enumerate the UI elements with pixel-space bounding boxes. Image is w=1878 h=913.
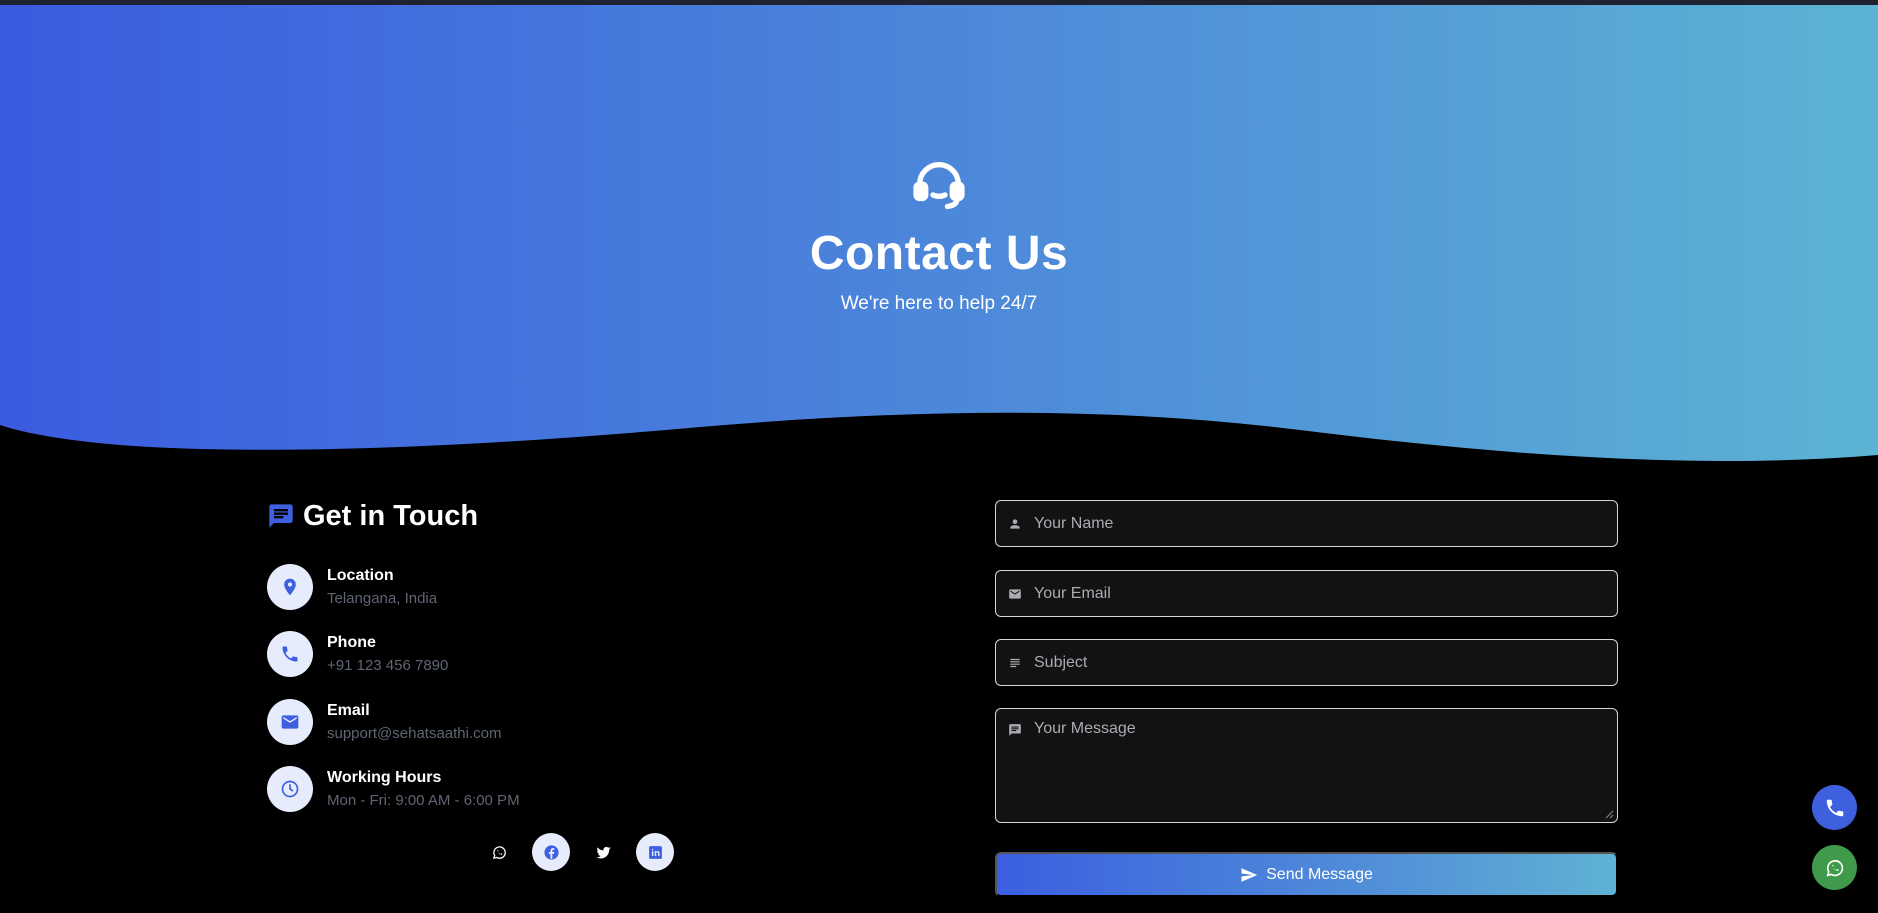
mail-icon xyxy=(267,699,313,745)
message-field[interactable] xyxy=(995,708,1618,825)
floating-whatsapp-button[interactable] xyxy=(1812,845,1857,890)
info-location: Location Telangana, India xyxy=(267,564,437,610)
info-working-hours: Working Hours Mon - Fri: 9:00 AM - 6:00 … xyxy=(267,766,520,812)
phone-icon xyxy=(267,631,313,677)
linkedin-icon[interactable] xyxy=(636,833,674,871)
phone-icon xyxy=(1826,799,1843,816)
headset-icon xyxy=(910,155,968,213)
subject-input[interactable] xyxy=(1034,653,1594,672)
hero-banner: Contact Us We're here to help 24/7 xyxy=(0,5,1878,465)
whatsapp-icon xyxy=(1825,859,1843,876)
email-label: Email xyxy=(327,702,370,719)
email-value: support@sehatsaathi.com xyxy=(327,725,502,742)
facebook-icon[interactable] xyxy=(532,833,570,871)
phone-value: +91 123 456 7890 xyxy=(327,657,449,674)
send-message-button[interactable]: Send Message xyxy=(995,852,1618,897)
floating-call-button[interactable] xyxy=(1812,785,1857,830)
contact-heading: Get in Touch xyxy=(267,497,707,535)
hero-content: Contact Us We're here to help 24/7 xyxy=(0,155,1878,315)
working-hours-label: Working Hours xyxy=(327,769,442,786)
info-phone: Phone +91 123 456 7890 xyxy=(267,631,448,677)
clock-icon xyxy=(267,766,313,812)
twitter-icon[interactable] xyxy=(584,833,622,871)
envelope-icon xyxy=(1009,588,1021,599)
lines-icon xyxy=(1010,658,1020,667)
name-field[interactable] xyxy=(995,500,1618,547)
person-icon xyxy=(1010,518,1020,529)
comment-icon xyxy=(1009,724,1021,736)
contact-heading-text: Get in Touch xyxy=(303,499,479,532)
chat-icon xyxy=(269,504,293,528)
name-input[interactable] xyxy=(1034,514,1594,533)
phone-label: Phone xyxy=(327,634,376,651)
send-message-label: Send Message xyxy=(1266,865,1373,883)
subject-field[interactable] xyxy=(995,639,1618,686)
page-subtitle: We're here to help 24/7 xyxy=(840,293,1038,314)
info-email: Email support@sehatsaathi.com xyxy=(267,699,502,745)
email-field[interactable] xyxy=(995,570,1618,617)
send-icon xyxy=(1241,867,1258,882)
social-links xyxy=(480,833,688,871)
contact-info: Get in Touch Location Telangana, India P… xyxy=(267,497,707,812)
page-title: Contact Us xyxy=(809,227,1069,280)
location-label: Location xyxy=(327,567,394,584)
location-pin-icon xyxy=(267,564,313,610)
resize-handle-icon[interactable] xyxy=(1604,809,1614,819)
message-input[interactable] xyxy=(1034,720,1594,825)
email-input[interactable] xyxy=(1034,584,1594,603)
whatsapp-icon[interactable] xyxy=(480,833,518,871)
location-value: Telangana, India xyxy=(327,590,438,607)
working-hours-value: Mon - Fri: 9:00 AM - 6:00 PM xyxy=(327,792,520,809)
